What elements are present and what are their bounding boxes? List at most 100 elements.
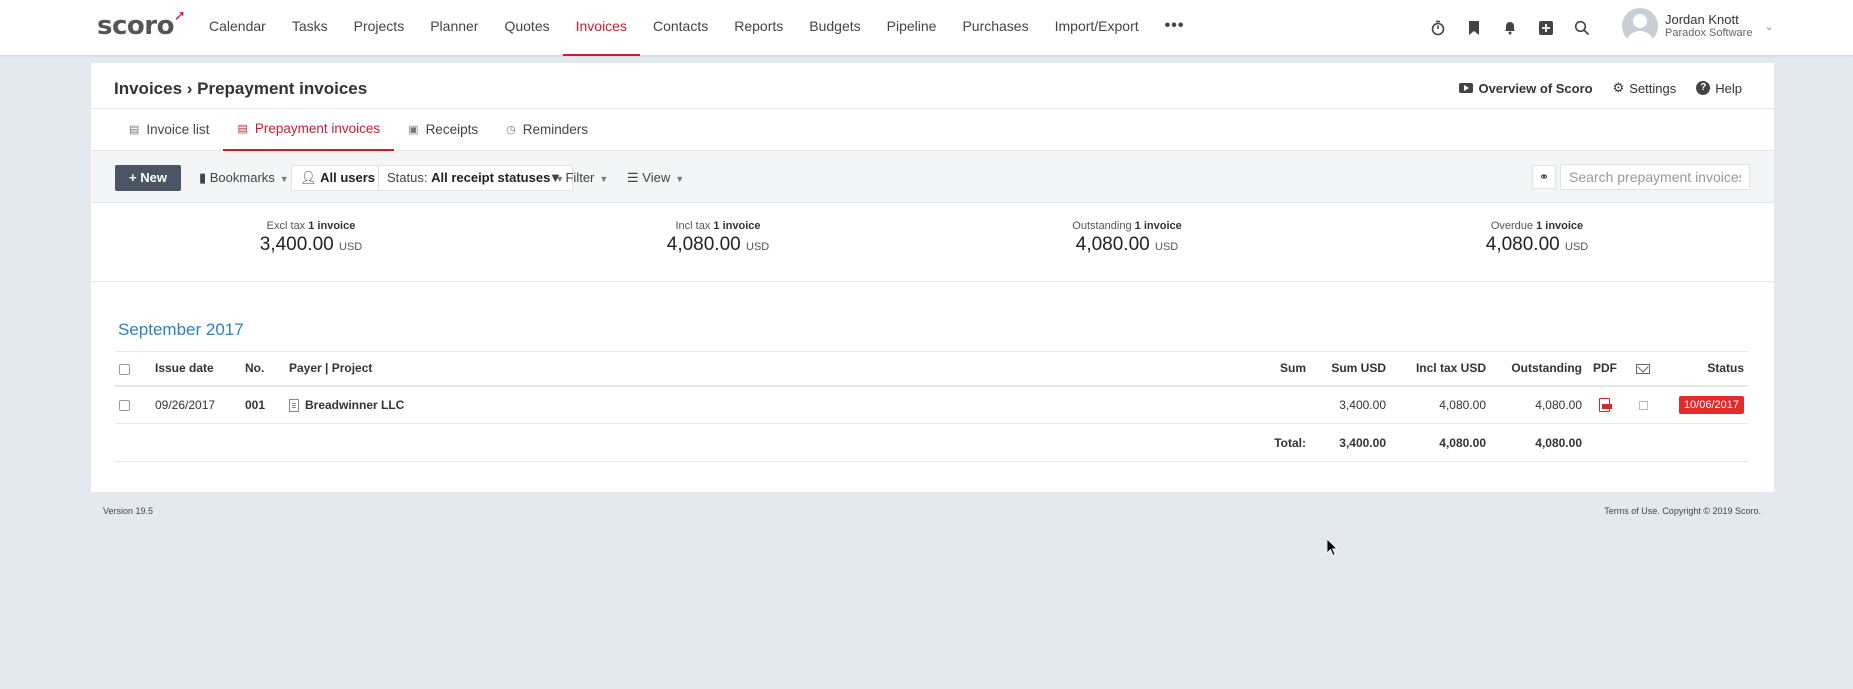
tab-receipts[interactable]: ▣ Receipts [394, 109, 492, 151]
search-icon[interactable] [1564, 14, 1600, 42]
nav-purchases[interactable]: Purchases [949, 0, 1041, 56]
page-title: Invoices › Prepayment invoices [114, 79, 368, 98]
stopwatch-icon[interactable] [1420, 14, 1456, 42]
summary-outstanding: Outstanding 1 invoice 4,080.00 USD [1072, 220, 1182, 255]
cell-issue-date: 09/26/2017 [151, 385, 241, 424]
filter-icon: ▼ [549, 170, 566, 185]
chevron-down-icon: ⌄ [1764, 20, 1774, 33]
main-card: Invoices › Prepayment invoices Overview … [91, 63, 1774, 492]
month-heading: September 2017 [118, 320, 244, 339]
help-link[interactable]: ? Help [1696, 80, 1742, 96]
gear-icon: ⚙ [1612, 80, 1625, 95]
mouse-cursor [1326, 538, 1339, 560]
tab-invoice-list[interactable]: ▤ Invoice list [115, 109, 223, 151]
tabs: ▤ Invoice list ▤ Prepayment invoices ▣ Rece… [91, 108, 1774, 151]
nav-planner[interactable]: Planner [417, 0, 491, 56]
nav-reports[interactable]: Reports [721, 0, 796, 56]
total-label: Total: [1250, 423, 1310, 462]
overview-link[interactable]: Overview of Scoro [1459, 80, 1593, 96]
invoice-table: Issue date No. Payer | Project Sum Sum U… [115, 351, 1748, 462]
view-dropdown[interactable]: ☰ View ▼ [619, 165, 692, 191]
plus-icon: + [129, 170, 141, 185]
bookmark-icon[interactable] [1456, 14, 1492, 42]
summary-incl-tax: Incl tax 1 invoice 4,080.00 USD [666, 220, 770, 255]
user-icon: 👤︎ [300, 170, 321, 185]
col-issue-date[interactable]: Issue date [151, 351, 241, 387]
tab-prepayment-invoices[interactable]: ▤ Prepayment invoices [223, 109, 395, 151]
bookmarks-dropdown[interactable]: ▮ Bookmarks ▼ [191, 165, 297, 191]
user-name: Jordan Knott [1665, 11, 1739, 27]
avatar [1622, 8, 1658, 44]
scoro-logo[interactable]: scoro➚ [97, 8, 186, 41]
col-payer-project[interactable]: Payer | Project [285, 351, 1250, 387]
toolbar: + New ▮ Bookmarks▼ 👤︎ All users▼ Status:… [91, 151, 1774, 203]
nav-quotes[interactable]: Quotes [491, 0, 562, 56]
nav-invoices[interactable]: Invoices [562, 0, 640, 56]
total-sum-usd: 3,400.00 [1310, 423, 1390, 462]
cell-sum [1250, 385, 1310, 424]
more-menu-button[interactable]: ••• [1152, 0, 1198, 56]
pdf-icon[interactable] [1598, 398, 1612, 413]
caret-down-icon: ▼ [675, 174, 685, 184]
row-checkbox[interactable] [119, 400, 130, 412]
top-icons [1420, 14, 1600, 42]
columns-icon: ☰ [627, 170, 643, 185]
nav-calendar[interactable]: Calendar [196, 0, 279, 56]
add-icon[interactable] [1528, 14, 1564, 42]
search-input[interactable] [1560, 164, 1750, 190]
total-incl-tax: 4,080.00 [1390, 423, 1490, 462]
search-area: ⚭ [1532, 164, 1750, 190]
document-icon [289, 398, 299, 412]
user-info: Jordan Knott Paradox Software [1665, 11, 1753, 40]
envelope-icon [1636, 364, 1650, 375]
total-row: Total: 3,400.00 4,080.00 4,080.00 [115, 423, 1748, 462]
tab-reminders[interactable]: ◷ Reminders [492, 109, 602, 151]
table-header-row: Issue date No. Payer | Project Sum Sum U… [115, 351, 1748, 387]
cell-no: 001 [241, 385, 285, 424]
receipt-icon: ▣ [408, 124, 419, 136]
summary-excl-tax: Excl tax 1 invoice 3,400.00 USD [259, 220, 363, 255]
page-links: Overview of Scoro ⚙ Settings ? Help [1439, 80, 1742, 96]
cell-payer[interactable]: Breadwinner LLC [285, 385, 1250, 424]
col-status[interactable]: Status [1662, 351, 1748, 387]
cell-outstanding: 4,080.00 [1490, 385, 1586, 424]
table-row[interactable]: 09/26/2017 001 Breadwinner LLC 3,400.00 … [115, 385, 1748, 424]
cell-incl-tax: 4,080.00 [1390, 385, 1490, 424]
bookmark-icon: ▮ [199, 170, 210, 185]
nav-projects[interactable]: Projects [341, 0, 418, 56]
col-incl-tax[interactable]: Incl tax USD [1390, 351, 1490, 387]
select-all-checkbox[interactable] [119, 363, 130, 375]
filter-dropdown[interactable]: ▼ Filter ▼ [541, 165, 616, 191]
caret-down-icon: ▼ [599, 174, 609, 184]
col-pdf[interactable]: PDF [1586, 351, 1624, 387]
list-icon: ▤ [129, 124, 140, 136]
notifications-icon[interactable] [1492, 14, 1528, 42]
version-text: Version 19.5 [103, 506, 154, 516]
total-outstanding: 4,080.00 [1490, 423, 1586, 462]
nav-tasks[interactable]: Tasks [279, 0, 341, 56]
copyright-text[interactable]: Terms of Use. Copyright © 2019 Scoro. [1604, 506, 1761, 516]
nav-contacts[interactable]: Contacts [640, 0, 721, 56]
nav-budgets[interactable]: Budgets [796, 0, 873, 56]
settings-link[interactable]: ⚙ Settings [1613, 80, 1677, 96]
nav-pipeline[interactable]: Pipeline [874, 0, 950, 56]
main-menu: Calendar Tasks Projects Planner Quotes I… [196, 0, 1197, 56]
status-badge: 10/06/2017 [1678, 395, 1744, 414]
new-button[interactable]: + New [115, 165, 181, 191]
link-icon[interactable]: ⚭ [1532, 165, 1556, 189]
user-menu[interactable]: Jordan Knott Paradox Software ⌄ [1622, 8, 1774, 44]
nav-import-export[interactable]: Import/Export [1042, 0, 1152, 56]
caret-down-icon: ▼ [279, 174, 289, 184]
summary-overdue: Overdue 1 invoice 4,080.00 USD [1485, 220, 1589, 255]
prepayment-icon: ▤ [237, 123, 248, 135]
video-icon [1459, 83, 1474, 93]
summary-bar: Excl tax 1 invoice 3,400.00 USD Incl tax… [91, 203, 1774, 282]
help-icon: ? [1696, 81, 1711, 95]
col-no[interactable]: No. [241, 351, 285, 387]
col-outstanding[interactable]: Outstanding [1490, 351, 1586, 387]
user-company: Paradox Software [1665, 27, 1753, 40]
col-sum[interactable]: Sum [1250, 351, 1310, 387]
sent-status-icon [1638, 401, 1648, 411]
col-sum-usd[interactable]: Sum USD [1310, 351, 1390, 387]
clock-icon: ◷ [506, 124, 516, 136]
